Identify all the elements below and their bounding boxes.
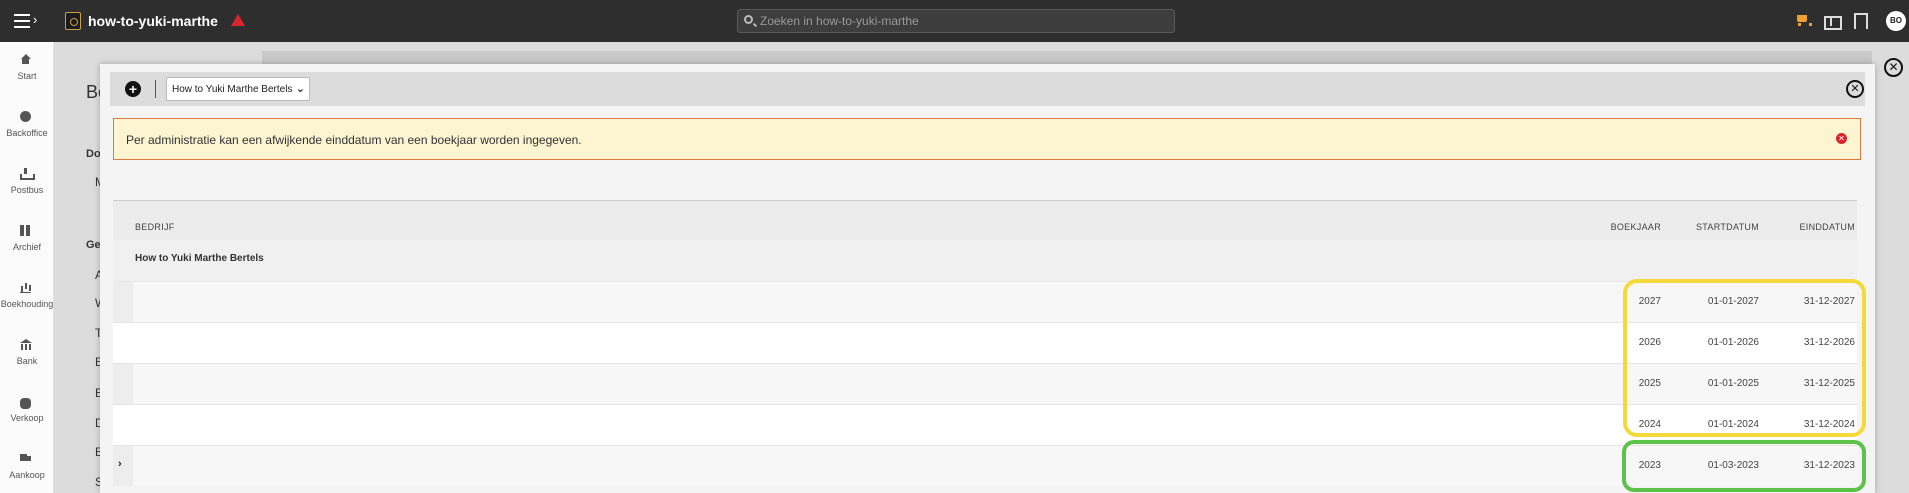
archive-icon [20,225,31,236]
sidebar-item-label: Bank [16,356,38,366]
background-section-label: Do [86,148,101,160]
sidebar: Start Backoffice Postbus Archief Boekhou… [0,42,54,493]
company-select-value: How to Yuki Marthe Bertels [172,84,293,95]
highlight-yellow-box [1623,279,1866,437]
sidebar-item-label: Start [17,71,37,81]
home-icon [20,54,31,65]
sidebar-item-label: Backoffice [6,128,48,138]
sidebar-item-label: Postbus [10,185,44,195]
toolbar-divider [155,80,156,98]
search-box[interactable] [737,9,1175,33]
warning-icon[interactable] [231,14,245,26]
table-header: BEDRIJF BOEKJAAR STARTDATUM EINDDATUM [113,200,1857,240]
table-row[interactable]: › 2023 01-03-2023 31-12-2023 [113,445,1857,486]
column-header-boekjaar[interactable]: BOEKJAAR [1611,222,1661,232]
sidebar-item-archief[interactable]: Archief [0,213,54,270]
app-logo[interactable] [65,12,81,30]
app-name[interactable]: how-to-yuki-marthe [88,13,218,29]
fiscal-year-table: BEDRIJF BOEKJAAR STARTDATUM EINDDATUM Ho… [113,200,1857,486]
fiscal-year-modal: + How to Yuki Marthe Bertels ⌄ ✕ Per adm… [100,64,1875,493]
info-alert: Per administratie kan een afwijkende ein… [113,118,1861,160]
backoffice-icon [20,111,31,122]
table-row[interactable]: 2026 01-01-2026 31-12-2026 [113,322,1857,363]
chevron-right-icon: › [33,12,38,27]
close-icon[interactable]: ✕ [1846,80,1864,98]
search-input[interactable] [760,13,1160,29]
sidebar-item-label: Boekhouding [0,299,54,309]
highlight-green-box [1622,440,1866,492]
sidebar-item-aankoop[interactable]: Aankoop [0,441,54,493]
chevron-down-icon: ⌄ [295,83,305,95]
gift-icon[interactable] [1824,13,1842,30]
add-icon[interactable]: + [125,81,141,97]
group-row: How to Yuki Marthe Bertels [113,240,1857,281]
column-header-einddatum[interactable]: EINDDATUM [1799,222,1855,232]
sidebar-item-postbus[interactable]: Postbus [0,156,54,213]
cart-icon[interactable] [1796,13,1812,27]
modal-toolbar: + How to Yuki Marthe Bertels ⌄ ✕ [110,72,1865,106]
background-section-label: Ge [86,239,101,251]
top-bar: › how-to-yuki-marthe BO [0,0,1909,42]
chart-icon [20,282,31,293]
company-select[interactable]: How to Yuki Marthe Bertels ⌄ [166,77,310,101]
alert-text: Per administratie kan een afwijkende ein… [126,133,582,147]
bookmark-icon[interactable] [1852,13,1868,29]
main-menu-button[interactable]: › [14,11,42,31]
background-close-icon[interactable]: ✕ [1884,58,1903,77]
avatar[interactable]: BO [1886,11,1906,31]
alert-close-icon[interactable]: ✕ [1836,133,1847,144]
sidebar-item-backoffice[interactable]: Backoffice [0,99,54,156]
table-row[interactable]: 2025 01-01-2025 31-12-2025 [113,363,1857,404]
hamburger-icon [14,14,30,28]
column-header-startdatum[interactable]: STARTDATUM [1696,222,1759,232]
group-label: How to Yuki Marthe Bertels [135,253,264,264]
search-icon [744,15,753,24]
bank-icon [20,339,32,350]
table-row[interactable]: 2027 01-01-2027 31-12-2027 [113,281,1857,322]
table-row[interactable]: 2024 01-01-2024 31-12-2024 [113,404,1857,445]
sidebar-item-verkoop[interactable]: Verkoop [0,384,54,441]
sidebar-item-label: Archief [12,242,41,252]
chevron-right-icon[interactable]: › [118,458,122,470]
inbox-icon [20,168,35,180]
sidebar-item-bank[interactable]: Bank [0,327,54,384]
sidebar-item-label: Verkoop [10,413,44,423]
sale-icon [20,398,31,409]
sidebar-item-label: Aankoop [9,470,45,480]
sidebar-item-start[interactable]: Start [0,42,54,99]
sidebar-item-boekhouding[interactable]: Boekhouding [0,270,54,327]
truck-icon [20,453,31,464]
column-header-bedrijf[interactable]: BEDRIJF [135,222,175,232]
